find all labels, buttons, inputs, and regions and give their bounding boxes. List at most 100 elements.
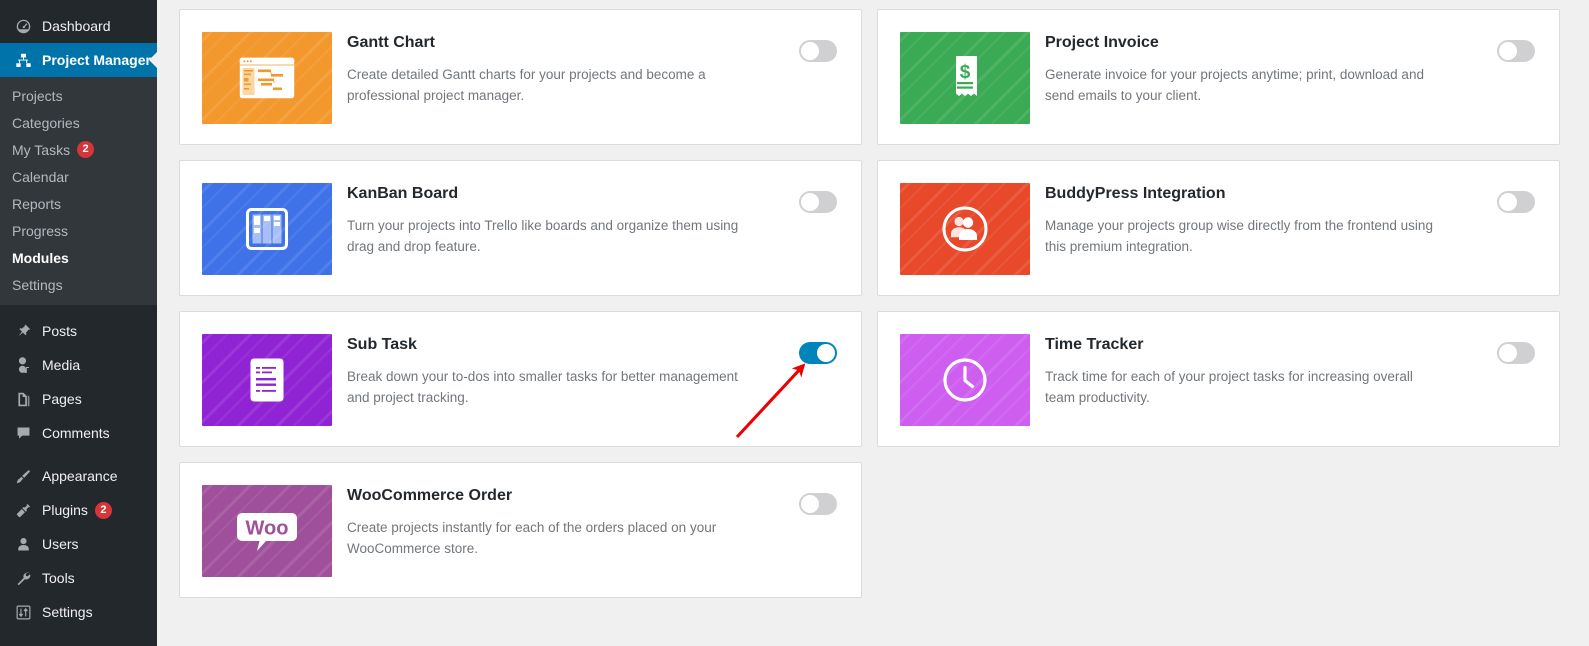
sidebar-subitem-label: Categories bbox=[12, 114, 80, 131]
sidebar-subitem-settings[interactable]: Settings bbox=[0, 271, 157, 298]
module-title: WooCommerce Order bbox=[347, 487, 513, 504]
wrench-icon bbox=[11, 568, 35, 588]
admin-sidebar: Dashboard Project Manager Projects Categ… bbox=[0, 0, 157, 646]
sidebar-subitem-label: Progress bbox=[12, 222, 69, 239]
sidebar-subitem-my-tasks[interactable]: My Tasks 2 bbox=[0, 136, 157, 163]
module-title: BuddyPress Integration bbox=[1045, 185, 1226, 202]
toggle-knob bbox=[817, 344, 835, 362]
kanban-board-icon bbox=[246, 208, 288, 250]
sidebar-subitem-categories[interactable]: Categories bbox=[0, 109, 157, 136]
sidebar-subitem-progress[interactable]: Progress bbox=[0, 217, 157, 244]
module-toggle-time-tracker[interactable] bbox=[1497, 342, 1535, 364]
module-card-time-tracker[interactable]: Time Tracker Track time for each of your… bbox=[877, 311, 1560, 447]
project-manager-submenu: Projects Categories My Tasks 2 Calendar … bbox=[0, 77, 157, 305]
sidebar-subitem-calendar[interactable]: Calendar bbox=[0, 163, 157, 190]
module-description: Break down your to-dos into smaller task… bbox=[347, 369, 738, 406]
modules-page: Gantt Chart Create detailed Gantt charts… bbox=[157, 0, 1589, 646]
sidebar-item-plugins[interactable]: Plugins 2 bbox=[0, 493, 157, 527]
sidebar-item-label: Comments bbox=[42, 425, 110, 441]
invoice-receipt-icon: $ bbox=[948, 54, 982, 102]
module-toggle-woocommerce-order[interactable] bbox=[799, 493, 837, 515]
toggle-knob bbox=[801, 495, 819, 513]
module-title: Gantt Chart bbox=[347, 34, 435, 51]
woocommerce-icon: Woo bbox=[236, 507, 298, 555]
modules-row: Sub Task Break down your to-dos into sma… bbox=[179, 311, 1569, 447]
module-card-project-invoice[interactable]: $ Project Invoice Generate invoice for y… bbox=[877, 9, 1560, 145]
sidebar-subitem-projects[interactable]: Projects bbox=[0, 82, 157, 109]
toggle-knob bbox=[1499, 344, 1517, 362]
sidebar-item-pages[interactable]: Pages bbox=[0, 382, 157, 416]
sub-task-list-icon bbox=[249, 357, 285, 403]
module-card-gantt-chart[interactable]: Gantt Chart Create detailed Gantt charts… bbox=[179, 9, 862, 145]
sidebar-item-tools[interactable]: Tools bbox=[0, 561, 157, 595]
sidebar-item-label: Tools bbox=[42, 570, 75, 586]
module-description: Create detailed Gantt charts for your pr… bbox=[347, 67, 706, 104]
pin-icon bbox=[11, 321, 35, 341]
comment-icon bbox=[11, 423, 35, 443]
module-thumbnail: $ bbox=[900, 32, 1030, 124]
sidebar-subitem-label: Calendar bbox=[12, 168, 69, 185]
module-thumbnail bbox=[202, 183, 332, 275]
sidebar-item-project-manager[interactable]: Project Manager bbox=[0, 43, 157, 77]
sidebar-item-media[interactable]: Media bbox=[0, 348, 157, 382]
sidebar-item-dashboard[interactable]: Dashboard bbox=[0, 9, 157, 43]
module-thumbnail bbox=[900, 183, 1030, 275]
plugins-count-badge: 2 bbox=[94, 501, 112, 519]
sidebar-separator-1 bbox=[0, 305, 157, 314]
sidebar-item-label: Appearance bbox=[42, 468, 118, 484]
user-icon bbox=[11, 534, 35, 554]
module-text: BuddyPress Integration Manage your proje… bbox=[1045, 183, 1445, 275]
module-toggle-sub-task[interactable] bbox=[799, 342, 837, 364]
toggle-knob bbox=[801, 42, 819, 60]
sidebar-item-label: Media bbox=[42, 357, 81, 373]
module-description: Create projects instantly for each of th… bbox=[347, 520, 717, 557]
sidebar-top-spacer bbox=[0, 0, 157, 9]
dashboard-icon bbox=[11, 16, 35, 36]
modules-row: Gantt Chart Create detailed Gantt charts… bbox=[179, 9, 1569, 145]
module-card-buddypress-integration[interactable]: BuddyPress Integration Manage your proje… bbox=[877, 160, 1560, 296]
modules-row: Woo WooCommerce Order Create projects in… bbox=[179, 462, 1569, 598]
module-toggle-buddypress-integration[interactable] bbox=[1497, 191, 1535, 213]
module-text: Sub Task Break down your to-dos into sma… bbox=[347, 334, 747, 426]
sidebar-item-label: Plugins bbox=[42, 502, 88, 518]
sidebar-item-comments[interactable]: Comments bbox=[0, 416, 157, 450]
module-description: Generate invoice for your projects anyti… bbox=[1045, 67, 1424, 104]
module-thumbnail bbox=[900, 334, 1030, 426]
modules-grid: Gantt Chart Create detailed Gantt charts… bbox=[179, 9, 1569, 613]
sidebar-item-settings[interactable]: Settings bbox=[0, 595, 157, 629]
plugin-icon bbox=[11, 500, 35, 520]
sidebar-subitem-label: Settings bbox=[12, 276, 63, 293]
module-thumbnail bbox=[202, 334, 332, 426]
module-description: Manage your projects group wise directly… bbox=[1045, 218, 1433, 255]
toggle-knob bbox=[801, 193, 819, 211]
toggle-knob bbox=[1499, 193, 1517, 211]
module-toggle-project-invoice[interactable] bbox=[1497, 40, 1535, 62]
toggle-knob bbox=[1499, 42, 1517, 60]
module-text: KanBan Board Turn your projects into Tre… bbox=[347, 183, 747, 275]
sidebar-subitem-reports[interactable]: Reports bbox=[0, 190, 157, 217]
module-title: Time Tracker bbox=[1045, 336, 1144, 353]
module-text: Gantt Chart Create detailed Gantt charts… bbox=[347, 32, 747, 124]
sidebar-item-label: Users bbox=[42, 536, 79, 552]
module-title: KanBan Board bbox=[347, 185, 459, 202]
module-thumbnail: Woo bbox=[202, 485, 332, 577]
my-tasks-count-badge: 2 bbox=[77, 141, 95, 158]
sidebar-subitem-label: Reports bbox=[12, 195, 62, 212]
brush-icon bbox=[11, 466, 35, 486]
sidebar-item-users[interactable]: Users bbox=[0, 527, 157, 561]
sidebar-item-label: Dashboard bbox=[42, 18, 111, 34]
sidebar-subitem-label: Projects bbox=[12, 87, 63, 104]
sidebar-subitem-modules[interactable]: Modules bbox=[0, 244, 157, 271]
sidebar-item-appearance[interactable]: Appearance bbox=[0, 459, 157, 493]
module-card-sub-task[interactable]: Sub Task Break down your to-dos into sma… bbox=[179, 311, 862, 447]
gantt-chart-icon bbox=[239, 57, 295, 99]
sidebar-item-label: Settings bbox=[42, 604, 93, 620]
sidebar-item-label: Pages bbox=[42, 391, 82, 407]
module-toggle-kanban-board[interactable] bbox=[799, 191, 837, 213]
module-card-woocommerce-order[interactable]: Woo WooCommerce Order Create projects in… bbox=[179, 462, 862, 598]
module-toggle-gantt-chart[interactable] bbox=[799, 40, 837, 62]
media-icon bbox=[11, 355, 35, 375]
module-card-kanban-board[interactable]: KanBan Board Turn your projects into Tre… bbox=[179, 160, 862, 296]
sidebar-item-posts[interactable]: Posts bbox=[0, 314, 157, 348]
module-description: Track time for each of your project task… bbox=[1045, 369, 1413, 406]
